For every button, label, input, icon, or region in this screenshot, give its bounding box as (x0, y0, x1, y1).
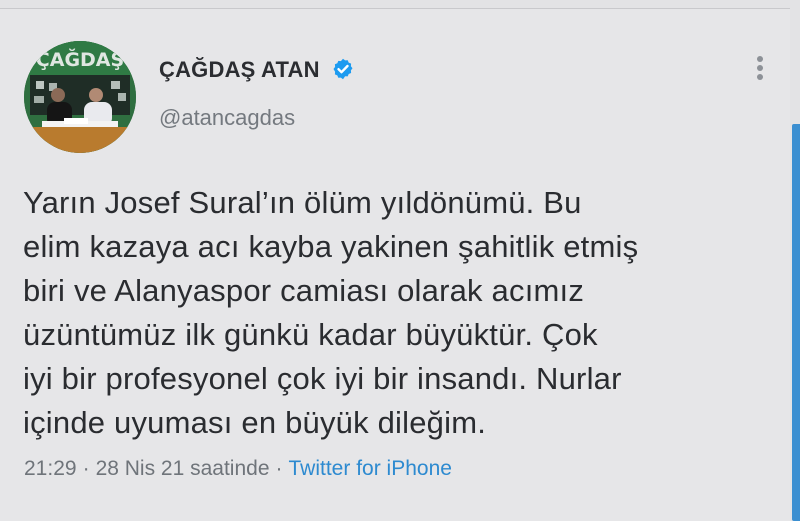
tweet-line: Yarın Josef Sural’ın ölüm yıldönümü. Bu (23, 185, 582, 220)
tweet-time: 21:29 (24, 457, 77, 480)
scrollbar-thumb[interactable] (792, 124, 800, 521)
avatar-text: ÇAĞDAŞ (36, 47, 124, 71)
avatar-photo: ÇAĞDAŞ (24, 41, 136, 153)
tweet-line: biri ve Alanyaspor camiası olarak acımız (23, 273, 585, 308)
tweet-card: ÇAĞDAŞ ÇAĞDAŞ ATAN @atancagdas Yarın Jos… (0, 9, 790, 521)
tweet-line: iyi bir profesyonel çok iyi bir insandı.… (23, 361, 622, 396)
tweet-line: üzüntümüz ilk günkü kadar büyüktür. Çok (23, 317, 598, 352)
tweet-source-link[interactable]: Twitter for iPhone (289, 457, 452, 480)
more-dot (757, 65, 763, 71)
more-dot (757, 74, 763, 80)
tweet-meta: 21:29 · 28 Nis 21 saatinde · Twitter for iPh… (24, 457, 452, 481)
more-options-button[interactable] (748, 52, 772, 84)
meta-separator: · (82, 457, 90, 480)
avatar[interactable]: ÇAĞDAŞ (24, 41, 136, 153)
meta-separator: · (275, 457, 283, 480)
top-divider (0, 0, 800, 9)
verified-badge-icon (333, 58, 353, 80)
tweet-text: Yarın Josef Sural’ın ölüm yıldönümü. Bu … (23, 181, 743, 445)
tweet-date: 28 Nis 21 saatinde (95, 457, 270, 480)
display-name[interactable]: ÇAĞDAŞ ATAN (159, 57, 320, 83)
tweet-line: içinde uyuması en büyük dileğim. (23, 405, 487, 440)
user-handle[interactable]: @atancagdas (159, 105, 295, 131)
more-dot (757, 56, 763, 62)
tweet-line: elim kazaya acı kayba yakinen şahitlik e… (23, 229, 639, 264)
